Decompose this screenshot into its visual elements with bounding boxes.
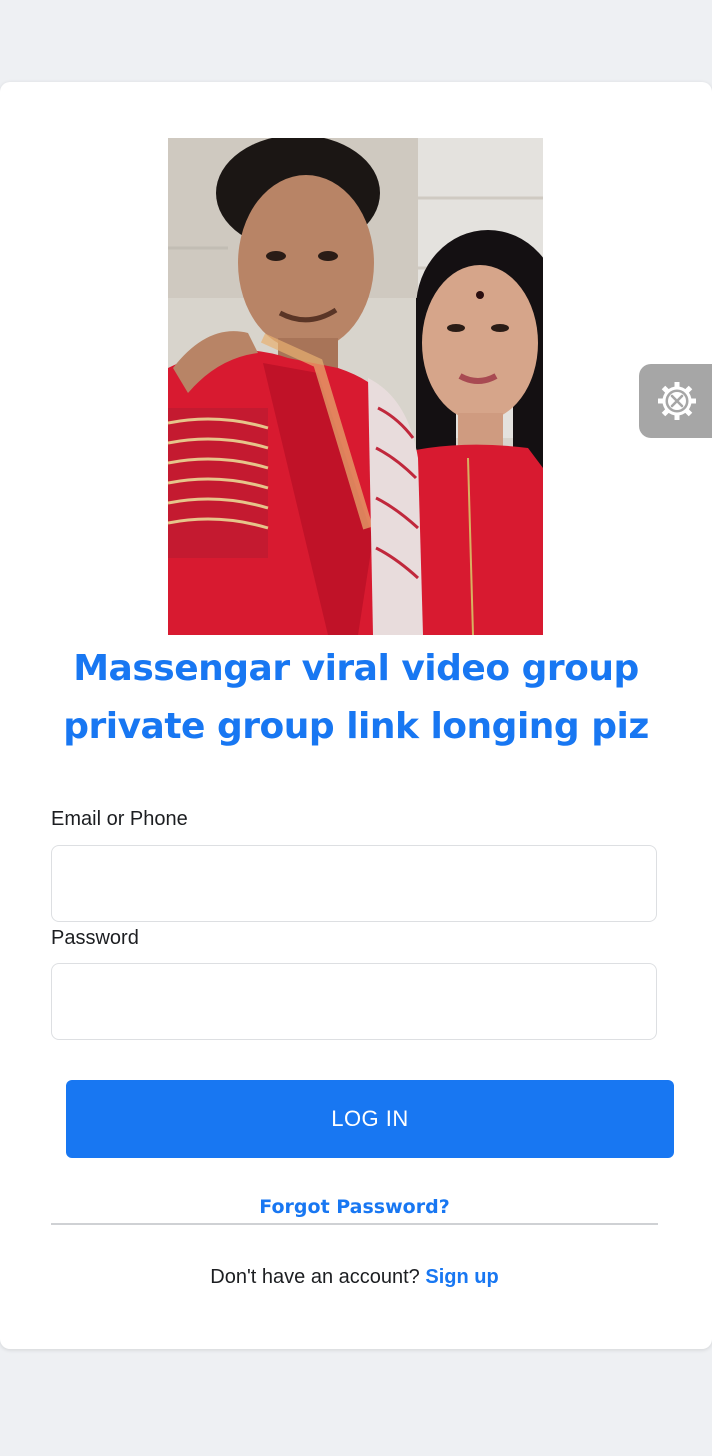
forgot-password-link[interactable]: Forgot Password? <box>51 1196 658 1218</box>
divider <box>51 1223 658 1225</box>
couple-photo-image <box>168 138 543 635</box>
page-title-line-1: Massengar viral video group <box>73 648 639 689</box>
page-title-line-2: private group link longing piz <box>63 706 649 747</box>
email-label: Email or Phone <box>51 808 188 830</box>
signup-row: Don't have an account? Sign up <box>51 1266 658 1289</box>
email-field[interactable] <box>51 845 657 922</box>
profile-photo <box>168 138 543 635</box>
password-field[interactable] <box>51 963 657 1040</box>
gear-wrench-icon <box>658 382 696 420</box>
no-account-text: Don't have an account? <box>210 1266 420 1288</box>
settings-floating-button[interactable] <box>639 364 712 438</box>
page-title: Massengar viral video group private grou… <box>20 640 692 756</box>
password-label: Password <box>51 927 139 949</box>
login-card: Massengar viral video group private grou… <box>0 82 712 1349</box>
login-button[interactable]: LOG IN <box>66 1080 674 1158</box>
signup-link[interactable]: Sign up <box>425 1266 498 1288</box>
